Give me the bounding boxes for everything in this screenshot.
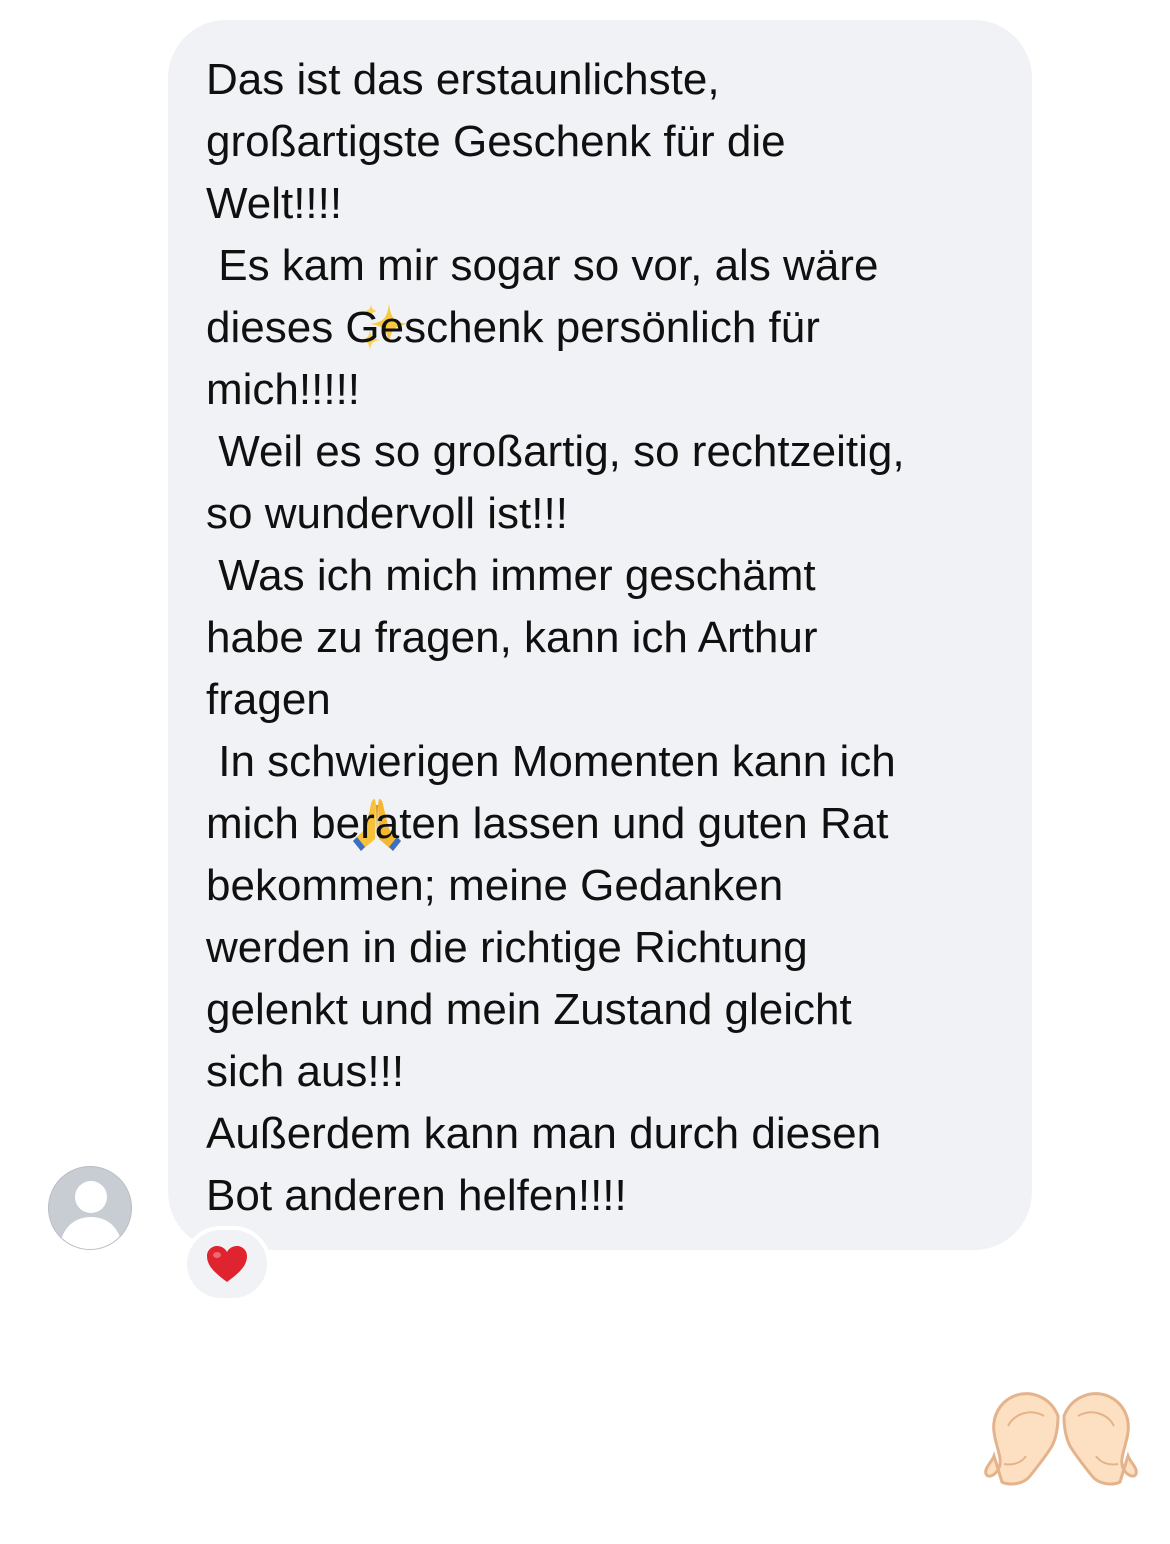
message-line: mich beraten lassen und guten Rat xyxy=(206,799,889,848)
sparkles-icon xyxy=(356,176,414,350)
message-line: In schwierigen Momenten kann ich xyxy=(206,737,896,786)
red-heart-icon xyxy=(205,1244,249,1284)
message-line: sich aus!!! xyxy=(206,1047,405,1096)
message-line: werden in die richtige Richtung xyxy=(206,923,808,972)
message-line: Es kam mir sogar so vor, als wäre xyxy=(206,241,879,290)
message-line: dieses Geschenk persönlich für xyxy=(206,303,820,352)
message-line: Außerdem kann man durch diesen xyxy=(206,1109,882,1158)
message-line: Bot anderen helfen!!!! xyxy=(206,1171,627,1220)
message-line: Das ist das erstaunlichste, xyxy=(206,55,720,104)
message-line: so wundervoll ist!!! xyxy=(206,489,568,538)
message-bubble[interactable]: Das ist das erstaunlichste, großartigste… xyxy=(168,20,1032,1250)
avatar[interactable] xyxy=(48,1166,132,1250)
message-line: Was ich mich immer geschämt xyxy=(206,551,816,600)
message-line: Weil es so großartig, so rechtzeitig, xyxy=(206,427,905,476)
default-profile-icon xyxy=(59,1181,123,1249)
message-line: mich!!!!! xyxy=(206,365,361,414)
folded-hands-icon xyxy=(345,671,409,851)
message-line: großartigste Geschenk für die xyxy=(206,117,786,166)
message-line-text: Welt!!!! xyxy=(206,179,355,228)
message-line-text: fragen xyxy=(206,675,343,724)
reaction-badge[interactable] xyxy=(183,1226,271,1302)
message-line-with-emoji: Welt!!!! xyxy=(206,173,1002,350)
message-line-with-emoji: fragen xyxy=(206,669,1002,851)
message-line: gelenkt und mein Zustand gleicht xyxy=(206,985,852,1034)
heart-hands-icon[interactable] xyxy=(984,1386,1138,1490)
message-line: bekommen; meine Gedanken xyxy=(206,861,784,910)
message-line: habe zu fragen, kann ich Arthur xyxy=(206,613,818,662)
